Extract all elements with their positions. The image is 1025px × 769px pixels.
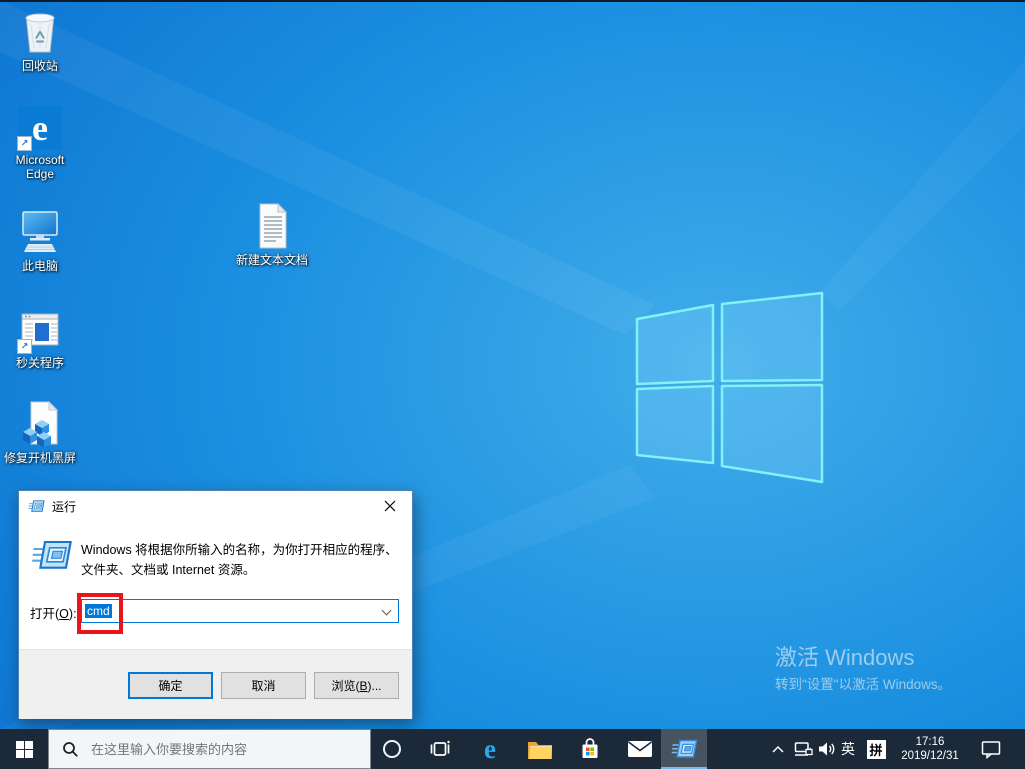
task-view-button[interactable]: [418, 729, 462, 769]
windows-logo: [635, 291, 824, 484]
action-center-button[interactable]: [970, 729, 1012, 769]
shortcut-arrow-icon: ↗: [17, 339, 32, 354]
file-explorer-icon: [528, 742, 552, 759]
dialog-title: 运行: [52, 499, 77, 514]
open-input-combobox[interactable]: cmd: [81, 599, 399, 623]
ok-button[interactable]: 确定: [128, 672, 213, 699]
tray-ime-language[interactable]: 英: [837, 729, 859, 769]
network-icon: [794, 741, 813, 756]
combo-dropdown-icon[interactable]: [381, 605, 392, 616]
taskbar-search-box[interactable]: [48, 729, 371, 769]
task-view-icon: [430, 740, 450, 756]
text-file-icon: [259, 202, 288, 249]
search-icon: [62, 741, 79, 758]
recycle-bin-icon: [25, 13, 55, 53]
registry-file-icon: [23, 400, 59, 447]
speaker-icon: [818, 742, 834, 756]
run-dialog-message: Windows 将根据你所输入的名称，为你打开相应的程序、 文件夹、文档或 In…: [81, 540, 398, 580]
annotation-red-box: [77, 593, 123, 634]
run-icon-large: [31, 538, 73, 577]
mail-button[interactable]: [618, 729, 662, 769]
desktop-icon-seconds-close-app[interactable]: ↗ 秒关程序: [0, 303, 80, 370]
tray-clock[interactable]: 17:16 2019/12/31: [894, 729, 966, 769]
activation-line1: 激活 Windows: [775, 645, 915, 670]
close-icon: [384, 500, 395, 511]
desktop-icon-label: 修复开机黑屏: [3, 451, 76, 465]
run-dialog-footer: 确定 取消 浏览(B)...: [19, 649, 412, 719]
ime-mode-badge: 拼: [866, 739, 886, 759]
activation-line2: 转到"设置"以激活 Windows。: [775, 677, 952, 692]
this-pc-icon: [22, 211, 58, 252]
desktop-icon-label: 新建文本文档: [235, 253, 308, 267]
tray-ime-mode[interactable]: 拼: [862, 729, 890, 769]
desktop-icon-microsoft-edge[interactable]: e ↗ Microsoft Edge: [0, 100, 80, 181]
tray-show-hidden-icons-button[interactable]: [766, 729, 790, 769]
run-dialog-window: 运行 Windows 将根据你所输入的名称，为你打开相应的程序、 文件夹、文档或…: [18, 490, 413, 719]
message-line1: Windows 将根据你所输入的名称，为你打开相应的程序、: [81, 543, 398, 557]
open-label: 打开(O):: [30, 607, 77, 621]
taskbar-run-dialog-button-active[interactable]: [661, 729, 707, 769]
desktop-icon-label: 回收站: [21, 59, 58, 73]
message-line2: 文件夹、文档或 Internet 资源。: [81, 563, 256, 577]
tray-network-button[interactable]: [791, 729, 815, 769]
mail-icon: [628, 741, 652, 757]
taskbar: e: [0, 729, 1025, 769]
desktop-icon-recycle-bin[interactable]: 回收站: [0, 6, 80, 73]
file-explorer-button[interactable]: [518, 729, 562, 769]
desktop-icon-label: Microsoft Edge: [15, 153, 65, 181]
desktop-icon-label: 此电脑: [21, 259, 58, 273]
tray-date: 2019/12/31: [901, 750, 959, 762]
run-icon: [28, 499, 45, 514]
store-icon: [582, 738, 598, 758]
chevron-up-icon: [772, 745, 784, 753]
desktop-icon-label: 秒关程序: [15, 356, 64, 370]
taskbar-edge-button[interactable]: e: [468, 729, 512, 769]
desktop-icon-new-text-document[interactable]: 新建文本文档: [232, 200, 312, 267]
screen-top-edge: [0, 0, 1025, 2]
edge-icon: e: [484, 733, 496, 764]
run-icon: [671, 739, 697, 758]
browse-button[interactable]: 浏览(B)...: [314, 672, 399, 699]
cortana-icon: [383, 740, 401, 758]
run-dialog-titlebar[interactable]: 运行: [19, 491, 412, 521]
run-dialog-body: Windows 将根据你所输入的名称，为你打开相应的程序、 文件夹、文档或 In…: [19, 521, 412, 649]
cancel-button[interactable]: 取消: [221, 672, 306, 699]
tray-time: 17:16: [915, 736, 945, 748]
store-button[interactable]: [568, 729, 612, 769]
close-button[interactable]: [367, 491, 412, 520]
windows-start-icon: [15, 740, 33, 758]
desktop-icon-this-pc[interactable]: 此电脑: [0, 206, 80, 273]
desktop-icon-fix-boot-black-screen[interactable]: 修复开机黑屏: [0, 398, 80, 465]
start-button[interactable]: [0, 729, 48, 769]
activation-watermark: 激活 Windows 转到"设置"以激活 Windows。: [775, 645, 951, 694]
windows-desktop-screen: 回收站 e ↗ Microsoft Edge 此电脑 ↗ 秒关程序 修复开机黑屏…: [0, 0, 1025, 769]
shortcut-arrow-icon: ↗: [17, 136, 32, 151]
action-center-icon: [981, 740, 1001, 759]
tray-volume-button[interactable]: [814, 729, 838, 769]
search-input[interactable]: [89, 740, 353, 758]
cortana-button[interactable]: [371, 729, 413, 769]
